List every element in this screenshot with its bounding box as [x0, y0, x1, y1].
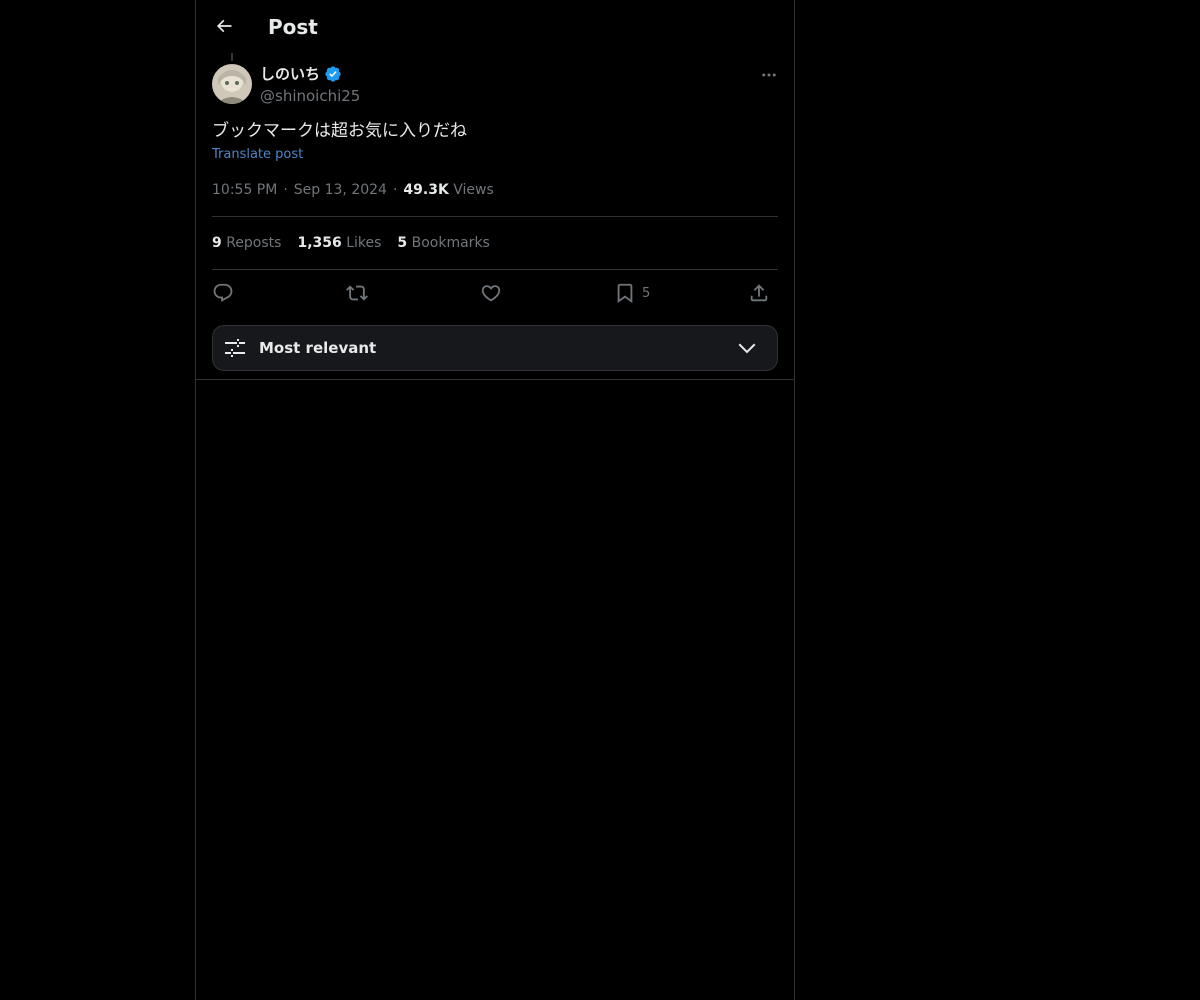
- bookmark-button[interactable]: 5: [614, 280, 650, 306]
- repost-icon: [346, 285, 368, 301]
- avatar[interactable]: [212, 64, 252, 104]
- likes-stat[interactable]: 1,356 Likes: [297, 235, 381, 251]
- post-time[interactable]: 10:55 PM: [212, 182, 277, 198]
- author-handle[interactable]: @shinoichi25: [260, 86, 360, 106]
- bookmarks-count: 5: [397, 235, 408, 251]
- page-title: Post: [268, 15, 318, 39]
- author-name-row: しのいち: [260, 64, 342, 84]
- bookmarks-label: Bookmarks: [411, 235, 490, 251]
- thread-connector-line: [231, 53, 233, 61]
- translate-post-link[interactable]: Translate post: [212, 145, 303, 165]
- divider: [212, 269, 778, 270]
- reply-button[interactable]: [212, 280, 234, 306]
- section-divider: [196, 379, 794, 380]
- reposts-label: Reposts: [226, 235, 282, 251]
- author-display-name[interactable]: しのいち: [260, 64, 320, 84]
- repost-button[interactable]: [346, 280, 368, 306]
- like-button[interactable]: [480, 280, 502, 306]
- post-column: Post しのいち @shinoichi25 ブックマークは超お気に入りだね T…: [195, 0, 795, 1000]
- post-date[interactable]: Sep 13, 2024: [294, 182, 387, 198]
- back-button[interactable]: [207, 9, 241, 43]
- separator-dot: ·: [392, 182, 398, 198]
- sliders-icon: [223, 336, 247, 360]
- reposts-count: 9: [212, 235, 222, 251]
- bookmark-icon: [617, 283, 633, 304]
- divider: [212, 216, 778, 217]
- action-bar: 5: [212, 280, 778, 306]
- reposts-stat[interactable]: 9 Reposts: [212, 235, 281, 251]
- page-header: Post: [196, 0, 794, 53]
- heart-icon: [481, 285, 501, 302]
- engagement-stats: 9 Reposts 1,356 Likes 5 Bookmarks: [212, 233, 506, 253]
- post-text: ブックマークは超お気に入りだね: [212, 121, 467, 141]
- sort-label: Most relevant: [259, 339, 377, 357]
- reply-sort-dropdown[interactable]: Most relevant: [212, 325, 778, 371]
- post-metadata: 10:55 PM · Sep 13, 2024 · 49.3K Views: [212, 180, 494, 200]
- verified-badge-icon: [324, 65, 342, 83]
- likes-label: Likes: [346, 235, 382, 251]
- arrow-left-icon: [216, 19, 232, 33]
- separator-dot: ·: [283, 182, 288, 198]
- chevron-down-icon: [735, 336, 759, 360]
- more-horizontal-icon: [762, 73, 776, 77]
- likes-count: 1,356: [297, 235, 342, 251]
- reply-icon: [213, 283, 233, 302]
- bookmark-count: 5: [642, 285, 651, 301]
- share-icon: [750, 284, 768, 302]
- share-button[interactable]: [748, 280, 770, 306]
- bookmarks-stat[interactable]: 5 Bookmarks: [397, 235, 489, 251]
- views-label: Views: [453, 182, 494, 198]
- views-count: 49.3K: [403, 182, 449, 198]
- avatar-image: [212, 64, 252, 104]
- more-options-button[interactable]: [754, 64, 784, 86]
